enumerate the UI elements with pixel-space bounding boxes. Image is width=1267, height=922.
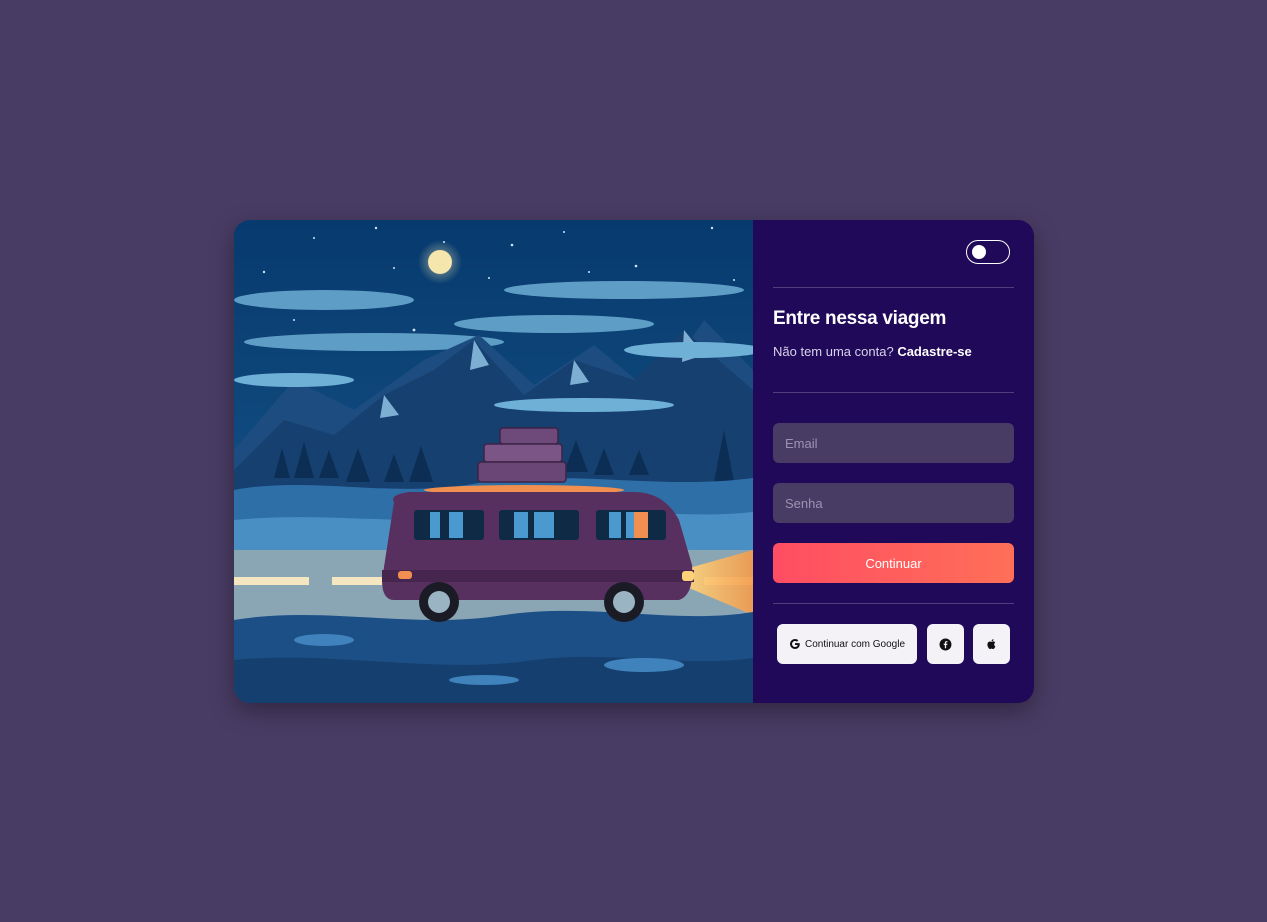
toggle-knob xyxy=(972,245,986,259)
signup-prompt-text: Não tem uma conta? xyxy=(773,344,894,359)
theme-toggle[interactable] xyxy=(966,240,1010,264)
login-card: Entre nessa viagem Não tem uma conta? Ca… xyxy=(234,220,1034,703)
apple-icon xyxy=(986,638,998,650)
continue-button[interactable]: Continuar xyxy=(773,543,1014,583)
divider-top xyxy=(773,287,1014,288)
divider-bottom xyxy=(773,603,1014,604)
google-login-button[interactable]: Continuar com Google xyxy=(777,624,917,664)
google-icon xyxy=(789,638,801,650)
facebook-icon xyxy=(939,638,952,651)
apple-login-button[interactable] xyxy=(973,624,1010,664)
signup-link[interactable]: Cadastre-se xyxy=(897,344,971,359)
email-field[interactable] xyxy=(773,423,1014,463)
travel-illustration xyxy=(234,220,753,703)
facebook-login-button[interactable] xyxy=(927,624,964,664)
page-title: Entre nessa viagem xyxy=(773,308,947,329)
password-field[interactable] xyxy=(773,483,1014,523)
login-panel: Entre nessa viagem Não tem uma conta? Ca… xyxy=(753,220,1034,703)
google-button-label: Continuar com Google xyxy=(804,638,906,650)
divider-middle xyxy=(773,392,1014,393)
signup-prompt: Não tem uma conta? Cadastre-se xyxy=(773,344,972,359)
